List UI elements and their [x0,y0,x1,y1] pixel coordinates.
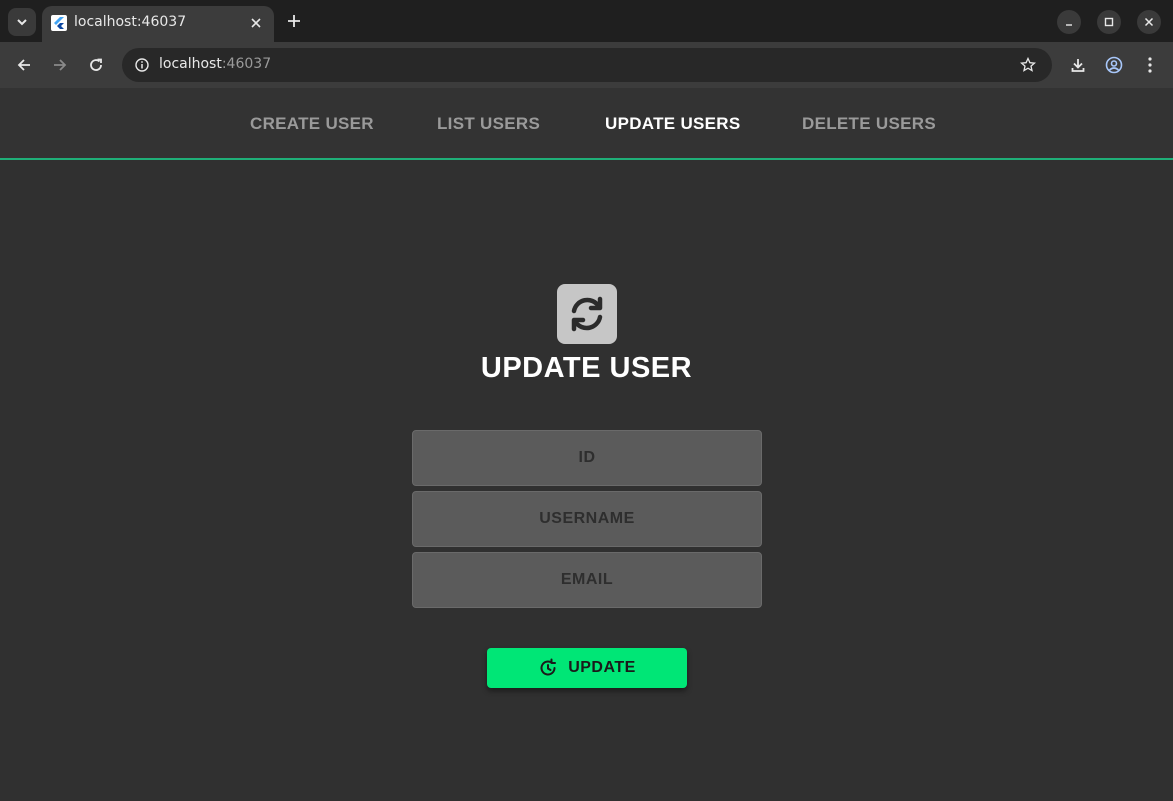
reload-icon [90,58,102,71]
maximize-button[interactable] [1097,10,1121,34]
star-icon [1020,57,1036,72]
forward-button[interactable] [46,51,74,79]
tab-title: localhost:46037 [74,14,187,30]
minimize-button[interactable] [1057,10,1081,34]
tab-update-users[interactable]: UPDATE USERS [605,114,741,134]
email-input[interactable] [412,552,762,608]
url-host: localhost [159,56,222,72]
reload-button[interactable] [82,51,110,79]
update-button-label: UPDATE [568,659,636,676]
browser-toolbar: localhost:46037 [0,42,1173,88]
top-nav-tabs: CREATE USER LIST USERS UPDATE USERS DELE… [0,88,1173,160]
back-button[interactable] [10,51,38,79]
browser-titlebar: localhost:46037 [0,0,1173,42]
app-viewport: CREATE USER LIST USERS UPDATE USERS DELE… [0,88,1173,801]
tab-close-button[interactable] [246,13,266,33]
browser-menu-button[interactable] [1136,51,1164,79]
form-title: UPDATE USER [480,352,693,384]
sync-icon [557,284,617,344]
refresh-icon [540,658,557,676]
maximize-icon [1104,17,1114,27]
browser-tab[interactable]: localhost:46037 [42,6,274,42]
arrow-right-icon [54,59,67,71]
account-icon [1105,56,1123,74]
url-text[interactable]: localhost:46037 [159,56,271,72]
tab-list-users[interactable]: LIST USERS [437,114,540,134]
downloads-button[interactable] [1064,51,1092,79]
chevron-down-icon [17,19,27,26]
download-icon [1071,59,1085,72]
update-button[interactable]: UPDATE [487,648,687,688]
minimize-icon [1066,24,1072,26]
arrow-left-icon [17,59,30,71]
profile-button[interactable] [1100,51,1128,79]
tab-delete-users[interactable]: DELETE USERS [802,114,936,134]
id-input[interactable] [412,430,762,486]
close-icon [1144,17,1154,27]
username-input[interactable] [412,491,762,547]
info-icon [135,58,149,72]
tab-search-button[interactable] [8,8,36,36]
close-icon [251,18,261,28]
flutter-logo-icon [51,15,67,31]
address-bar[interactable]: localhost:46037 [122,48,1052,82]
kebab-menu-icon [1148,57,1152,73]
new-tab-button[interactable] [282,9,306,33]
close-window-button[interactable] [1137,10,1161,34]
site-info-button[interactable] [130,53,154,77]
url-port: :46037 [221,56,272,72]
plus-icon [288,15,300,27]
tab-create-user[interactable]: CREATE USER [250,114,374,134]
bookmark-button[interactable] [1016,53,1040,77]
